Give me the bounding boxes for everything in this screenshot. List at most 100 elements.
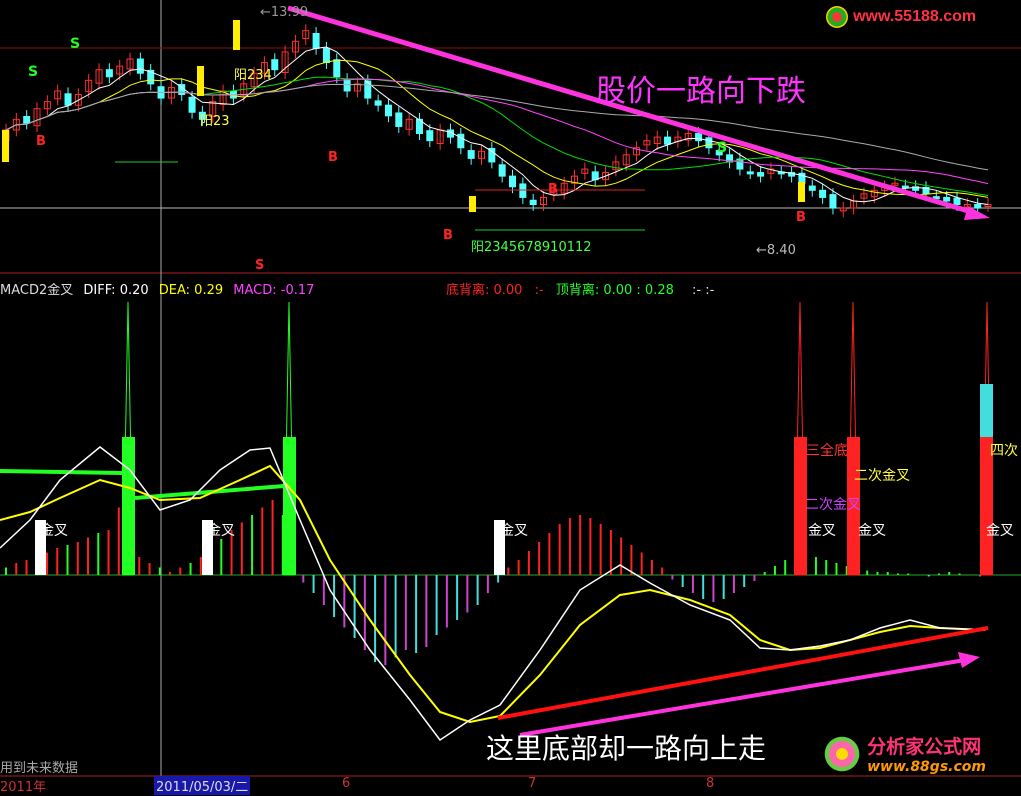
signal-b: B [796, 210, 806, 225]
macd-level-line [134, 484, 285, 500]
macd-trend-annotation: 这里底部却一路向上走 [486, 732, 767, 765]
candle-body [974, 204, 982, 209]
candle-body [509, 175, 517, 188]
divergence-trend-line [497, 626, 989, 720]
candle-body [529, 199, 537, 206]
watermark-url: www.55188.com [853, 8, 977, 25]
candle-body [819, 189, 827, 198]
candle-body [136, 58, 144, 74]
candle-body [333, 59, 341, 78]
signal-block-top [980, 384, 993, 437]
fourth-cross-label: 四次 [990, 443, 1018, 459]
candle-body [746, 171, 754, 175]
signal-b: B [36, 134, 46, 149]
golden-cross-label: 金叉 [986, 523, 1014, 539]
signal-s: S [717, 140, 728, 156]
macd-level-line [0, 469, 124, 475]
low-price-label: ←8.40 [756, 243, 796, 258]
overlay-annotations [2, 5, 990, 737]
macd-header: MACD2金叉 DIFF: 0.20 DEA: 0.29 MACD: -0.17 [0, 279, 314, 298]
candle-body [384, 104, 392, 117]
golden-cross-label: 金叉 [808, 523, 836, 539]
candle-body [105, 69, 113, 78]
macd-panel [0, 301, 993, 742]
candle-series [2, 24, 992, 218]
signal-bar [197, 66, 204, 96]
divergence-tail: :- :- [692, 283, 715, 298]
grid-lines [0, 0, 1021, 777]
candle-body [188, 96, 196, 113]
stock-chart-svg[interactable] [0, 0, 1021, 792]
yang-counter-1: 阳234 [234, 68, 272, 83]
candle-body [664, 136, 672, 145]
logo-icon [826, 6, 848, 28]
macd-value: MACD: -0.17 [233, 283, 315, 298]
signal-b: B [443, 228, 453, 243]
candle-body [64, 93, 72, 106]
watermark-title: 分析家公式网 [867, 736, 982, 758]
axis-year: 2011年 [0, 780, 47, 795]
candle-body [374, 100, 382, 106]
price-trend-annotation: 股价一路向下跌 [596, 74, 806, 109]
candle-body [705, 137, 713, 149]
macd-name: MACD2金叉 [0, 283, 74, 298]
candle-body [695, 133, 703, 142]
candle-body [271, 59, 279, 71]
moving-average-line [5, 78, 989, 185]
axis-month-8: 8 [706, 776, 715, 791]
yang-counter-long: 阳2345678910112 [471, 240, 592, 255]
candle-body [953, 197, 961, 206]
watermark-top: www.55188.com [826, 6, 976, 28]
diff-value: DIFF: 0.20 [83, 283, 149, 298]
golden-cross-label: 金叉 [40, 523, 68, 539]
chart-stage: www.55188.com 股价一路向下跌 ←13.99 ←8.40 阳234 … [0, 0, 1021, 795]
second-cross-label-a: 二次金叉 [854, 468, 910, 484]
signal-bar [469, 196, 476, 212]
axis-month-7: 7 [528, 776, 537, 791]
bottom-divergence: 底背离: 0.00 [446, 283, 523, 298]
signal-b: B [548, 182, 558, 197]
signal-b: B [328, 150, 338, 165]
left-arrow-icon: ← [756, 243, 767, 258]
three-bottom-label: 三全底 [806, 443, 848, 459]
golden-cross-label: 金叉 [858, 523, 886, 539]
candle-body [23, 116, 31, 124]
future-data-note: 用到未来数据 [0, 761, 79, 776]
cursor-date[interactable]: 2011/05/03/二 [154, 776, 251, 795]
candle-body [943, 196, 951, 202]
bottom-divergence-sep: :- [534, 283, 544, 298]
signal-s: S [70, 36, 81, 52]
candle-body [395, 112, 403, 127]
candle-body [426, 130, 434, 142]
signal-s: S [255, 258, 265, 273]
dea-value: DEA: 0.29 [158, 283, 224, 298]
yang-counter-2: 阳23 [200, 114, 230, 129]
signal-bar [798, 182, 805, 202]
candle-body [498, 164, 506, 177]
divergence-header: 底背离: 0.00 :- 顶背离: 0.00 : 0.28 :- :- [446, 279, 714, 298]
candle-body [829, 194, 837, 209]
moving-average-line [5, 76, 989, 196]
golden-cross-label: 金叉 [207, 523, 235, 539]
axis-month-6: 6 [342, 776, 351, 791]
signal-bar [2, 130, 9, 162]
high-price-label: ←13.99 [260, 5, 309, 20]
second-cross-label-b: 二次金叉 [805, 497, 861, 513]
candle-body [322, 47, 330, 64]
left-arrow-icon: ← [260, 5, 271, 20]
candle-body [808, 185, 816, 191]
flower-logo-icon [822, 733, 862, 774]
signal-block [122, 437, 135, 575]
candle-body [312, 32, 320, 49]
candle-body [519, 183, 527, 198]
signal-bar [233, 20, 240, 50]
watermark-url: www.88gs.com [867, 759, 986, 775]
diff-line [0, 446, 986, 742]
signal-s: S [28, 64, 39, 80]
golden-cross-label: 金叉 [500, 523, 528, 539]
watermark-bottom: 分析家公式网 www.88gs.com [822, 732, 986, 775]
candle-body [343, 79, 351, 92]
top-divergence: 顶背离: 0.00 : 0.28 [555, 283, 674, 298]
candle-body [467, 150, 475, 159]
moving-average-line [5, 83, 989, 171]
